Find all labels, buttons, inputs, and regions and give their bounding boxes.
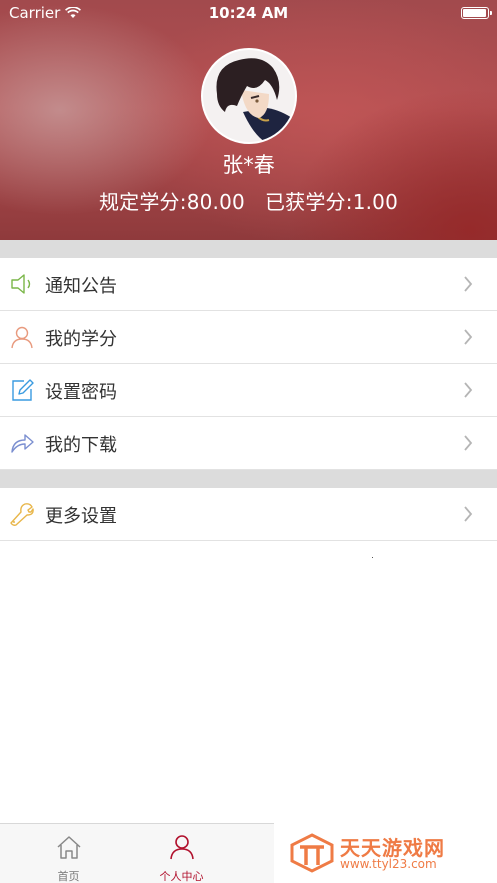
watermark-url: www.ttyl23.com bbox=[340, 857, 437, 871]
earned-credits: 已获学分:1.00 bbox=[264, 190, 399, 214]
wrench-icon bbox=[10, 503, 34, 526]
share-arrow-icon bbox=[11, 434, 34, 453]
section-divider bbox=[0, 240, 497, 258]
tab-profile[interactable]: 个人中心 bbox=[113, 824, 250, 883]
user-name: 张*春 bbox=[222, 153, 275, 177]
menu-item-label: 更多设置 bbox=[45, 506, 117, 527]
chevron-right-icon bbox=[464, 329, 473, 345]
chevron-right-icon bbox=[464, 276, 473, 292]
tab-bar: 首页 个人中心 bbox=[0, 823, 274, 883]
menu-item-label: 设置密码 bbox=[45, 382, 117, 403]
menu-item-notices[interactable]: 通知公告 bbox=[0, 258, 497, 311]
required-credits: 规定学分:80.00 bbox=[98, 190, 245, 214]
profile-screen: Carrier 10:24 AM 张*春 规定学分:80.00 已获学分:1.0… bbox=[0, 0, 497, 883]
menu-item-label: 我的学分 bbox=[45, 329, 117, 350]
watermark: 天天游戏网 www.ttyl23.com bbox=[274, 823, 497, 883]
menu-item-label: 我的下载 bbox=[45, 435, 117, 456]
person-icon bbox=[11, 326, 33, 349]
menu-item-my-downloads[interactable]: 我的下载 bbox=[0, 417, 497, 470]
section-divider bbox=[0, 470, 497, 488]
edit-icon bbox=[12, 379, 34, 401]
settings-list: 更多设置 bbox=[0, 488, 497, 541]
avatar-image bbox=[203, 50, 295, 142]
chevron-right-icon bbox=[464, 506, 473, 522]
menu-item-more-settings[interactable]: 更多设置 bbox=[0, 488, 497, 541]
person-icon bbox=[170, 835, 194, 860]
watermark-logo-icon bbox=[290, 833, 334, 873]
chevron-right-icon bbox=[464, 382, 473, 398]
status-bar: Carrier 10:24 AM bbox=[0, 0, 497, 26]
menu-list: 通知公告 我的学分 设置密码 我的下载 bbox=[0, 258, 497, 470]
avatar[interactable] bbox=[201, 48, 297, 144]
profile-header: Carrier 10:24 AM 张*春 规定学分:80.00 已获学分:1.0… bbox=[0, 0, 497, 240]
tab-label: 个人中心 bbox=[159, 870, 204, 883]
chevron-right-icon bbox=[464, 435, 473, 451]
stray-dot bbox=[372, 557, 373, 558]
home-icon bbox=[57, 836, 81, 859]
clock: 10:24 AM bbox=[208, 4, 289, 22]
credits-summary: 规定学分:80.00 已获学分:1.00 bbox=[0, 186, 497, 215]
menu-item-set-password[interactable]: 设置密码 bbox=[0, 364, 497, 417]
battery-icon bbox=[461, 7, 492, 19]
menu-item-label: 通知公告 bbox=[45, 276, 117, 297]
speaker-icon bbox=[11, 274, 31, 294]
menu-item-my-credits[interactable]: 我的学分 bbox=[0, 311, 497, 364]
